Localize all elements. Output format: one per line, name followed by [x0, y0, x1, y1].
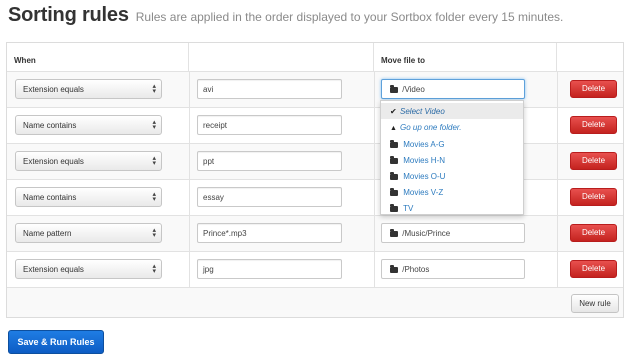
- rules-table: When Move file to Extension equals ▴ ▾ avi…: [6, 42, 624, 318]
- select-arrows-icon: ▴ ▾: [152, 83, 156, 95]
- folder-icon: [390, 85, 398, 93]
- folder-icon: [390, 265, 398, 273]
- new-rule-button[interactable]: New rule: [571, 294, 619, 313]
- delete-button[interactable]: Delete: [570, 80, 617, 98]
- delete-button[interactable]: Delete: [570, 260, 617, 278]
- column-header-value: [189, 43, 374, 71]
- delete-button[interactable]: Delete: [570, 224, 617, 242]
- dropdown-item-label: Movies V-Z: [403, 188, 444, 197]
- rule-row: Name contains ▴ ▾ essay Delete: [7, 179, 623, 215]
- condition-select[interactable]: Name contains ▴ ▾: [15, 115, 162, 135]
- rule-value-input[interactable]: ppt: [197, 151, 342, 171]
- folder-icon: [390, 172, 398, 180]
- dropdown-item-select[interactable]: ✔ Select Video: [381, 103, 523, 119]
- checkmark-icon: ✔: [390, 107, 397, 116]
- folder-picker[interactable]: /Photos: [381, 259, 525, 279]
- select-arrows-icon: ▴ ▾: [152, 191, 156, 203]
- dropdown-item-up[interactable]: ▲ Go up one folder.: [381, 119, 523, 135]
- folder-path: /Music/Prince: [402, 229, 451, 238]
- rule-row: Extension equals ▴ ▾ jpg /Photos Delete: [7, 251, 623, 287]
- folder-icon: [390, 188, 398, 196]
- condition-select[interactable]: Extension equals ▴ ▾: [15, 151, 162, 171]
- folder-icon: [390, 229, 398, 237]
- page-title: Sorting rules: [8, 4, 129, 26]
- condition-select-label: Extension equals: [23, 157, 84, 166]
- rule-value-input[interactable]: jpg: [197, 259, 342, 279]
- condition-select[interactable]: Name contains ▴ ▾: [15, 187, 162, 207]
- folder-icon: [390, 140, 398, 148]
- folder-dropdown: ✔ Select Video ▲ Go up one folder. Movies …: [380, 100, 524, 215]
- select-arrows-icon: ▴ ▾: [152, 263, 156, 275]
- condition-select-label: Name pattern: [23, 229, 72, 238]
- dropdown-item-folder[interactable]: Movies O-U: [381, 168, 523, 184]
- dropdown-item-folder[interactable]: Movies V-Z: [381, 184, 523, 200]
- select-arrows-icon: ▴ ▾: [152, 155, 156, 167]
- condition-select[interactable]: Name pattern ▴ ▾: [15, 223, 162, 243]
- dropdown-item-folder[interactable]: TV: [381, 200, 523, 216]
- dropdown-item-label: Movies A-G: [403, 140, 445, 149]
- condition-select-label: Name contains: [23, 121, 77, 130]
- dropdown-item-label: Movies H-N: [403, 156, 446, 165]
- delete-button[interactable]: Delete: [570, 116, 617, 134]
- rule-value-input[interactable]: Prince*.mp3: [197, 223, 342, 243]
- rule-row: Extension equals ▴ ▾ avi /Video Delete: [7, 71, 623, 107]
- condition-select-label: Extension equals: [23, 265, 84, 274]
- dropdown-item-folder[interactable]: Movies H-N: [381, 152, 523, 168]
- condition-select-label: Name contains: [23, 193, 77, 202]
- dropdown-item-label: Movies O-U: [403, 172, 446, 181]
- delete-button[interactable]: Delete: [570, 188, 617, 206]
- rule-value-input[interactable]: essay: [197, 187, 342, 207]
- rule-row: Name contains ▴ ▾ receipt Delete: [7, 107, 623, 143]
- save-run-button[interactable]: Save & Run Rules: [8, 330, 104, 354]
- column-header-move: Move file to: [374, 43, 557, 71]
- column-header-when: When: [7, 43, 189, 71]
- folder-picker[interactable]: /Video: [381, 79, 525, 99]
- dropdown-item-label: Go up one folder.: [400, 123, 462, 132]
- dropdown-item-folder[interactable]: Movies A-G: [381, 136, 523, 152]
- folder-path: /Video: [402, 85, 425, 94]
- dropdown-item-label: TV: [403, 204, 414, 213]
- page-header: Sorting rules Rules are applied in the o…: [8, 4, 563, 32]
- condition-select[interactable]: Extension equals ▴ ▾: [15, 79, 162, 99]
- column-header-actions: [557, 43, 623, 71]
- chevron-up-icon: ▲: [390, 125, 397, 132]
- rule-value-input[interactable]: avi: [197, 79, 342, 99]
- condition-select-label: Extension equals: [23, 85, 84, 94]
- rule-value-input[interactable]: receipt: [197, 115, 342, 135]
- folder-picker[interactable]: /Music/Prince: [381, 223, 525, 243]
- rule-row: Extension equals ▴ ▾ ppt Delete: [7, 143, 623, 179]
- folder-icon: [390, 204, 398, 212]
- select-arrows-icon: ▴ ▾: [152, 119, 156, 131]
- rule-row: Name pattern ▴ ▾ Prince*.mp3 /Music/Prince…: [7, 215, 623, 251]
- folder-icon: [390, 156, 398, 164]
- folder-path: /Photos: [402, 265, 430, 274]
- page-subtitle: Rules are applied in the order displayed…: [135, 10, 564, 24]
- dropdown-item-label: Select Video: [400, 107, 445, 116]
- delete-button[interactable]: Delete: [570, 152, 617, 170]
- condition-select[interactable]: Extension equals ▴ ▾: [15, 259, 162, 279]
- select-arrows-icon: ▴ ▾: [152, 227, 156, 239]
- table-footer: New rule: [7, 287, 623, 317]
